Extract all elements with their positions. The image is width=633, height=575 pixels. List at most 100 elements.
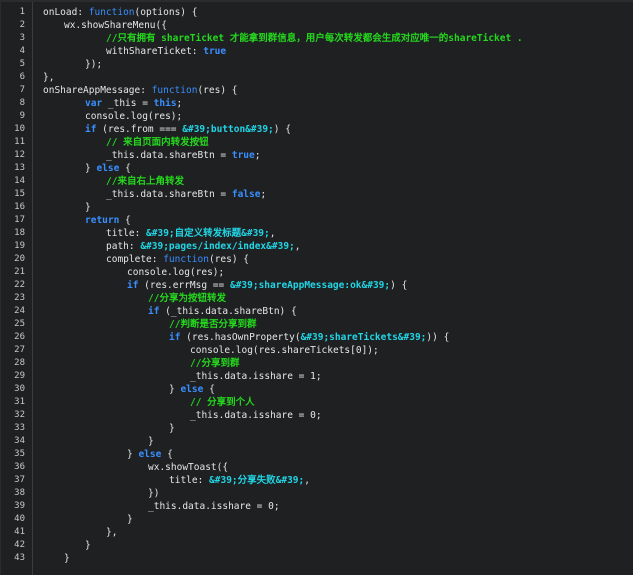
code-token: )) { [426, 332, 450, 343]
code-line[interactable]: 14 //来自右上角转发 [1, 175, 633, 188]
code-token: title: [106, 228, 147, 239]
code-line[interactable]: 2 wx.showShareMenu({ [1, 19, 633, 32]
code-line[interactable]: 32 _this.data.isshare = 0; [1, 409, 633, 422]
code-line[interactable]: 6}, [1, 71, 633, 84]
code-token: ; [260, 189, 267, 200]
code-line[interactable]: 35} else { [1, 448, 633, 461]
code-token: } [169, 384, 181, 395]
line-number: 16 [14, 202, 25, 212]
code-line[interactable]: 36 wx.showToast({ [1, 461, 633, 474]
line-number: 13 [14, 163, 25, 173]
code-text: withShareTicket: true [32, 45, 226, 58]
code-token: }); [85, 59, 103, 70]
code-token: console.log(res); [85, 111, 183, 122]
code-line[interactable]: 19 path: &#39;pages/index/index&#39;, [1, 240, 633, 253]
code-line[interactable]: 42} [1, 539, 633, 552]
code-token: //判断是否分享到群 [169, 319, 257, 330]
code-token: } [85, 163, 97, 174]
code-token: { [119, 163, 131, 174]
code-token: &#39;pages/index/index&#39; [140, 241, 295, 252]
code-text: } [32, 422, 175, 435]
code-line[interactable]: 26 if (res.hasOwnProperty(&#39;shareTicke… [1, 331, 633, 344]
code-line[interactable]: 39 _this.data.isshare = 0; [1, 500, 633, 513]
code-line[interactable]: 43} [1, 552, 633, 565]
code-token: function [88, 7, 135, 18]
code-text: if (res.hasOwnProperty(&#39;shareTickets… [32, 331, 449, 344]
line-number: 11 [14, 137, 25, 147]
code-token: (res) { [197, 85, 238, 96]
code-line[interactable]: 1 onLoad: function(options) { [1, 6, 633, 19]
code-line[interactable]: 22 if (res.errMsg == &#39;shareAppMessage… [1, 279, 633, 292]
code-token: _this.data.isshare = 1; [190, 371, 322, 382]
code-text: } else { [32, 162, 131, 175]
code-line[interactable]: 11 // 来自页面内转发按钮 [1, 136, 633, 149]
code-line[interactable]: 13} else { [1, 162, 633, 175]
code-line[interactable]: 8 var _this = this; [1, 97, 633, 110]
code-line[interactable]: 23 //分享为按钮转发 [1, 292, 633, 305]
code-line[interactable]: 38}) [1, 487, 633, 500]
code-token: //分享到群 [190, 358, 240, 369]
code-line[interactable]: 29 _this.data.isshare = 1; [1, 370, 633, 383]
line-number: 22 [14, 280, 25, 290]
code-text: } [32, 201, 91, 214]
code-line[interactable]: 34} [1, 435, 633, 448]
code-token: &#39;自定义转发标题&#39; [146, 228, 270, 239]
code-line[interactable]: 4 withShareTicket: true [1, 45, 633, 58]
code-text: _this.data.shareBtn = false; [32, 188, 266, 201]
line-number: 23 [14, 293, 25, 303]
code-line[interactable]: 41}, [1, 526, 633, 539]
code-line[interactable]: 10 if (res.from === &#39;button&#39;) { [1, 123, 633, 136]
line-number: 18 [14, 228, 25, 238]
code-line[interactable]: 25 //判断是否分享到群 [1, 318, 633, 331]
line-number: 2 [19, 20, 25, 30]
code-token: // 分享到个人 [190, 397, 255, 408]
code-text: //来自右上角转发 [32, 175, 184, 188]
code-line[interactable]: 18 title: &#39;自定义转发标题&#39;, [1, 227, 633, 240]
line-number: 8 [19, 98, 25, 108]
code-line[interactable]: 20 complete: function(res) { [1, 253, 633, 266]
code-text: }) [32, 487, 159, 500]
code-line[interactable]: 16} [1, 201, 633, 214]
code-text: console.log(res); [32, 266, 224, 279]
code-line[interactable]: 7 onShareAppMessage: function(res) { [1, 84, 633, 97]
line-number: 28 [14, 358, 25, 368]
code-line[interactable]: 40} [1, 513, 633, 526]
code-token: (res) { [208, 254, 250, 265]
code-token: //来自右上角转发 [106, 176, 184, 187]
code-line[interactable]: 3 //只有拥有 shareTicket 才能拿到群信息，用户每次转发都会生成对应… [1, 32, 633, 45]
code-text: } else { [32, 383, 215, 396]
code-line[interactable]: 33} [1, 422, 633, 435]
code-line[interactable]: 27 console.log(res.shareTickets[0]); [1, 344, 633, 357]
code-area[interactable]: 1 onLoad: function(options) {2 wx.showShar… [1, 6, 633, 565]
code-token: (res.errMsg == [138, 280, 230, 291]
code-line[interactable]: 37 title: &#39;分享失败&#39;, [1, 474, 633, 487]
code-token: true [203, 46, 227, 57]
code-text: return { [32, 214, 131, 227]
code-line[interactable]: 24 if (_this.data.shareBtn) { [1, 305, 633, 318]
code-token: ) { [273, 124, 291, 135]
code-line[interactable]: 17 return { [1, 214, 633, 227]
code-line[interactable]: 30} else { [1, 383, 633, 396]
code-text: path: &#39;pages/index/index&#39;, [32, 240, 301, 253]
code-token: console.log(res); [127, 267, 225, 278]
code-line[interactable]: 21 console.log(res); [1, 266, 633, 279]
code-token: _this = [102, 98, 154, 109]
code-line[interactable]: 31 // 分享到个人 [1, 396, 633, 409]
line-number: 19 [14, 241, 25, 251]
code-line[interactable]: 9 console.log(res); [1, 110, 633, 123]
code-text: if (res.from === &#39;button&#39;) { [32, 123, 291, 136]
line-number: 39 [14, 501, 25, 511]
code-line[interactable]: 12 _this.data.shareBtn = true; [1, 149, 633, 162]
code-token: { [161, 449, 173, 460]
code-line[interactable]: 5}); [1, 58, 633, 71]
code-token: else [138, 449, 162, 460]
code-editor[interactable]: 1 onLoad: function(options) {2 wx.showShar… [0, 0, 633, 575]
code-line[interactable]: 15 _this.data.shareBtn = false; [1, 188, 633, 201]
code-line[interactable]: 28 //分享到群 [1, 357, 633, 370]
code-token: _this.data.shareBtn = [106, 189, 232, 200]
code-token: else [180, 384, 204, 395]
code-token: else [96, 163, 120, 174]
code-token: } [127, 514, 133, 525]
code-text: wx.showToast({ [32, 461, 228, 474]
code-token: wx.showShareMenu({ [64, 20, 167, 31]
